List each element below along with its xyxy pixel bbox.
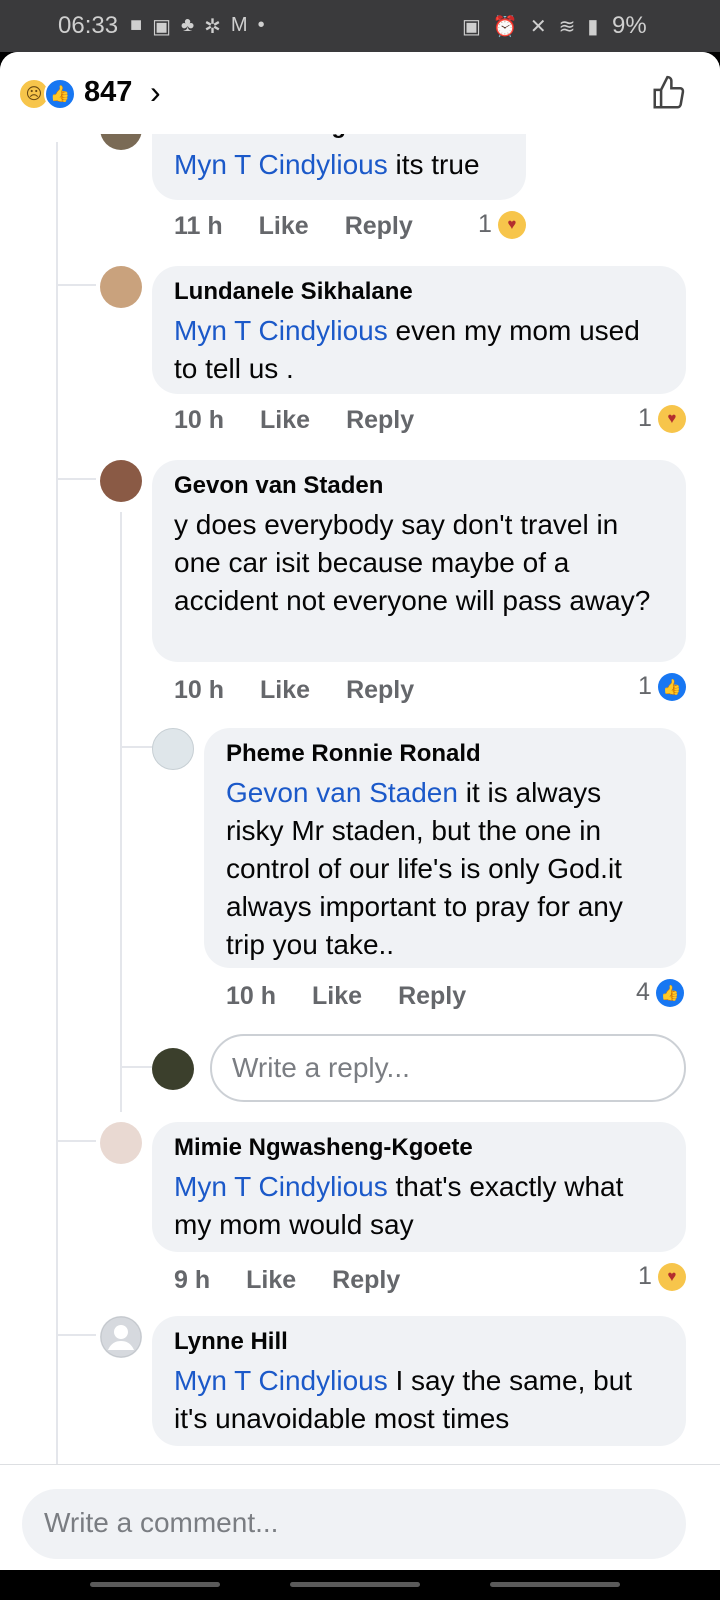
thread-connector [56, 1140, 96, 1142]
notification-icon: ♣ [181, 14, 195, 36]
like-button[interactable]: Like [259, 212, 309, 241]
reaction-count: 4 [636, 978, 650, 1006]
settings-icon: ✲ [204, 16, 221, 38]
mention-link[interactable]: Gevon van Staden [226, 777, 458, 808]
navigation-bar [0, 1570, 720, 1600]
comment-composer: Write a comment... [0, 1464, 720, 1570]
reaction-count: 1 [478, 210, 492, 238]
comment-author[interactable]: Gevon van Staden [174, 472, 664, 500]
reaction-count: 1 [638, 672, 652, 700]
reply-button[interactable]: Reply [398, 982, 466, 1011]
reply-button[interactable]: Reply [346, 676, 414, 705]
thread-line [56, 142, 58, 1472]
signal-icon: ▮ [587, 16, 599, 38]
comment-reactions[interactable]: 1 ♥ [638, 1262, 686, 1291]
inbox-icon: ▣ [152, 16, 171, 38]
notification-icons: ■ ▣ ♣ ✲ M • [130, 14, 265, 39]
chat-bubble-icon: ■ [130, 14, 143, 36]
avatar[interactable] [100, 266, 142, 308]
dot-icon: • [257, 14, 265, 36]
gmail-icon: M [230, 14, 248, 36]
comment-bubble: Lundanele Sikhalane Myn T Cindylious eve… [152, 266, 686, 394]
reply-bubble: Pheme Ronnie Ronald Gevon van Staden it … [204, 728, 686, 968]
status-time: 06:33 [58, 12, 119, 39]
avatar[interactable] [100, 1122, 142, 1164]
mention-link[interactable]: Myn T Cindylious [174, 1365, 388, 1396]
like-icon: 👍 [657, 672, 686, 701]
comment-actions: 11 h Like Reply [174, 212, 413, 241]
system-icons: ▣ ⏰ ✕ ≋ ▮ [462, 14, 598, 39]
comment-time[interactable]: 10 h [226, 982, 276, 1011]
nav-home[interactable] [290, 1582, 420, 1587]
comment-text: y does everybody say don't travel in one… [174, 509, 651, 616]
reply-thread-line [120, 512, 122, 1112]
wifi-icon: ≋ [558, 16, 576, 38]
reply-input[interactable]: Write a reply... [210, 1034, 686, 1102]
avatar-placeholder-icon[interactable] [100, 1316, 142, 1358]
reaction-count: 1 [638, 1262, 652, 1290]
like-button[interactable]: Like [260, 406, 310, 435]
battery-level: 9% [612, 12, 647, 39]
comment-bubble: Lynne Hill Myn T Cindylious I say the sa… [152, 1316, 686, 1446]
comments-sheet: ☹ 👍 847 › Thsetso Katlego Junior Myn T C… [0, 52, 720, 1570]
like-icon: 👍 [44, 78, 76, 110]
care-icon: ♥ [657, 1262, 686, 1291]
mute-icon: ✕ [529, 16, 547, 38]
comment-input[interactable]: Write a comment... [22, 1489, 686, 1559]
like-button[interactable]: Like [312, 982, 362, 1011]
care-icon: ♥ [497, 210, 526, 239]
comment-time[interactable]: 9 h [174, 1266, 210, 1295]
alarm-icon: ⏰ [492, 16, 518, 38]
comment-actions: 9 h Like Reply [174, 1266, 400, 1295]
reply-button[interactable]: Reply [345, 212, 413, 241]
mention-link[interactable]: Myn T Cindylious [174, 149, 388, 180]
nav-recents[interactable] [90, 1582, 220, 1587]
comment-time[interactable]: 10 h [174, 676, 224, 705]
comment-actions: 10 h Like Reply [226, 982, 466, 1011]
comment-bubble: Gevon van Staden y does everybody say do… [152, 460, 686, 662]
comment-reactions[interactable]: 1 ♥ [638, 404, 686, 433]
mention-link[interactable]: Myn T Cindylious [174, 315, 388, 346]
comment-author[interactable]: Lundanele Sikhalane [174, 278, 664, 306]
reaction-count: 1 [638, 404, 652, 432]
thumbs-up-icon[interactable] [650, 74, 688, 121]
current-user-avatar [152, 1048, 194, 1090]
comment-author[interactable]: Pheme Ronnie Ronald [226, 740, 664, 768]
status-bar: 06:33 ■ ▣ ♣ ✲ M • ▣ ⏰ ✕ ≋ ▮ 9% [0, 0, 720, 52]
comment-reactions[interactable]: 4 👍 [636, 978, 684, 1007]
comment-actions: 10 h Like Reply [174, 676, 414, 705]
comment-text: its true [387, 149, 480, 180]
reply-button[interactable]: Reply [332, 1266, 400, 1295]
care-icon: ♥ [657, 404, 686, 433]
reply-button[interactable]: Reply [346, 406, 414, 435]
comment-time[interactable]: 11 h [174, 212, 223, 241]
avatar[interactable] [152, 728, 194, 770]
like-button[interactable]: Like [260, 676, 310, 705]
like-icon: 👍 [655, 978, 684, 1007]
nav-back[interactable] [490, 1582, 620, 1587]
thread-connector [56, 1334, 96, 1336]
reaction-count[interactable]: 847 [84, 76, 132, 109]
comment-author[interactable]: Mimie Ngwasheng-Kgoete [174, 1134, 664, 1162]
comment-bubble: Mimie Ngwasheng-Kgoete Myn T Cindylious … [152, 1122, 686, 1252]
thread-connector [56, 284, 96, 286]
comment-author[interactable]: Lynne Hill [174, 1328, 664, 1356]
like-button[interactable]: Like [246, 1266, 296, 1295]
lock-icon: ▣ [462, 16, 481, 38]
comment-reactions[interactable]: 1 👍 [638, 672, 686, 701]
thread-connector [56, 478, 96, 480]
avatar[interactable] [100, 460, 142, 502]
comment-time[interactable]: 10 h [174, 406, 224, 435]
chevron-right-icon[interactable]: › [150, 74, 161, 111]
comment-actions: 10 h Like Reply [174, 406, 414, 435]
mention-link[interactable]: Myn T Cindylious [174, 1171, 388, 1202]
comment-reactions[interactable]: 1 ♥ [478, 210, 526, 239]
reactions-header[interactable]: ☹ 👍 847 › [0, 52, 720, 134]
